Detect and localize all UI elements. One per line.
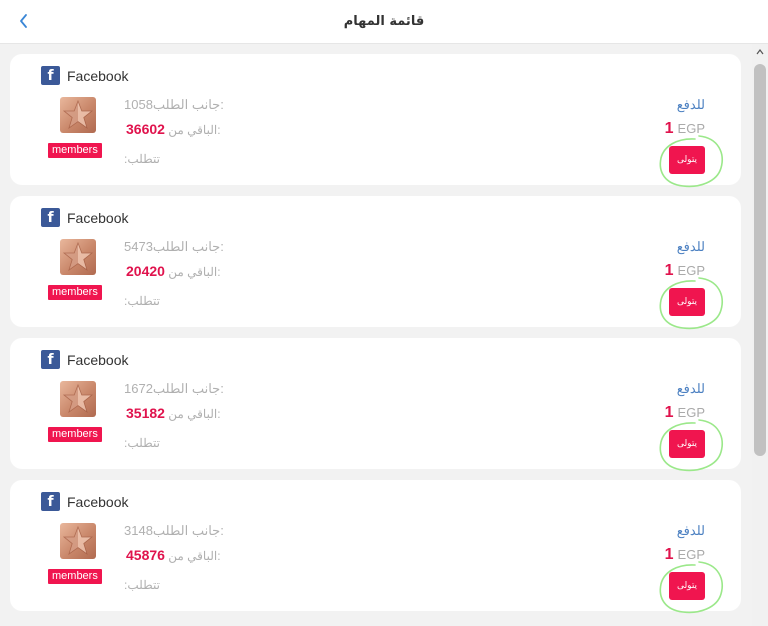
requester-label: جانب الطلب: [152,381,224,396]
brand-name: Facebook [67,209,129,226]
remaining-label: الباقي من: [168,265,221,279]
brand-row: f Facebook [41,492,128,511]
facebook-icon: f [41,492,60,511]
take-task-button[interactable]: يتولى [669,288,705,316]
requires-label: :تتطلب [124,152,160,166]
requester-label: جانب الطلب: [152,97,224,112]
brand-name: Facebook [67,351,129,368]
pay-label: للدفع [676,97,705,112]
facebook-icon: f [41,350,60,369]
remaining-label: الباقي من: [168,549,221,563]
scrollbar-thumb[interactable] [754,64,766,456]
star-icon [60,381,96,417]
task-card: f Facebook members 3148جانب الطلب: 45876… [10,480,741,614]
brand-row: f Facebook [41,350,128,369]
requester-line: 1672جانب الطلب: [124,381,224,397]
star-icon [60,239,96,275]
price-currency: EGP [677,121,705,136]
remaining-label: الباقي من: [168,123,221,137]
remaining-label: الباقي من: [168,407,221,421]
remaining-value: 36602 [126,121,165,137]
take-task-button[interactable]: يتولى [669,146,705,174]
price: 1 EGP [665,262,705,280]
take-task-button[interactable]: يتولى [669,430,705,458]
pay-label: للدفع [676,381,705,396]
remaining-value: 35182 [126,405,165,421]
pay-label: للدفع [676,523,705,538]
task-list[interactable]: f Facebook members 1058جانب الطلب: 36602… [0,44,752,626]
price-currency: EGP [677,547,705,562]
requester-value: 5473 [124,239,153,254]
members-badge: members [48,285,102,300]
price: 1 EGP [665,120,705,138]
price-amount: 1 [664,120,674,137]
requester-line: 1058جانب الطلب: [124,97,224,113]
remaining-value: 20420 [126,263,165,279]
price-amount: 1 [664,262,674,279]
remaining-value: 45876 [126,547,165,563]
remaining-line: 35182 الباقي من: [124,405,221,421]
task-card: f Facebook members 1672جانب الطلب: 35182… [10,338,741,472]
facebook-icon: f [41,66,60,85]
task-card: f Facebook members 1058جانب الطلب: 36602… [10,54,741,188]
remaining-line: 45876 الباقي من: [124,547,221,563]
requires-label: :تتطلب [124,578,160,592]
page-title: قائمة المهام [343,14,425,29]
brand-row: f Facebook [41,66,128,85]
requester-value: 1672 [124,381,153,396]
requires-label: :تتطلب [124,294,160,308]
pay-label: للدفع [676,239,705,254]
header-bar: قائمة المهام [0,0,768,44]
members-badge: members [48,143,102,158]
members-badge: members [48,569,102,584]
star-icon [60,523,96,559]
requester-line: 3148جانب الطلب: [124,523,224,539]
price-amount: 1 [664,404,674,421]
price-amount: 1 [664,546,674,563]
brand-name: Facebook [67,493,129,510]
requires-label: :تتطلب [124,436,160,450]
requester-value: 1058 [124,97,153,112]
price-currency: EGP [677,263,705,278]
remaining-line: 20420 الباقي من: [124,263,221,279]
requester-label: جانب الطلب: [152,239,224,254]
price: 1 EGP [665,546,705,564]
back-chevron-icon[interactable] [14,10,34,32]
brand-name: Facebook [67,67,129,84]
scroll-up-arrow-icon[interactable] [756,48,764,56]
brand-row: f Facebook [41,208,128,227]
price: 1 EGP [665,404,705,422]
take-task-button[interactable]: يتولى [669,572,705,600]
facebook-icon: f [41,208,60,227]
requester-line: 5473جانب الطلب: [124,239,224,255]
vertical-scrollbar[interactable] [752,44,768,626]
requester-label: جانب الطلب: [152,523,224,538]
remaining-line: 36602 الباقي من: [124,121,221,137]
price-currency: EGP [677,405,705,420]
task-card: f Facebook members 5473جانب الطلب: 20420… [10,196,741,330]
requester-value: 3148 [124,523,153,538]
star-icon [60,97,96,133]
members-badge: members [48,427,102,442]
